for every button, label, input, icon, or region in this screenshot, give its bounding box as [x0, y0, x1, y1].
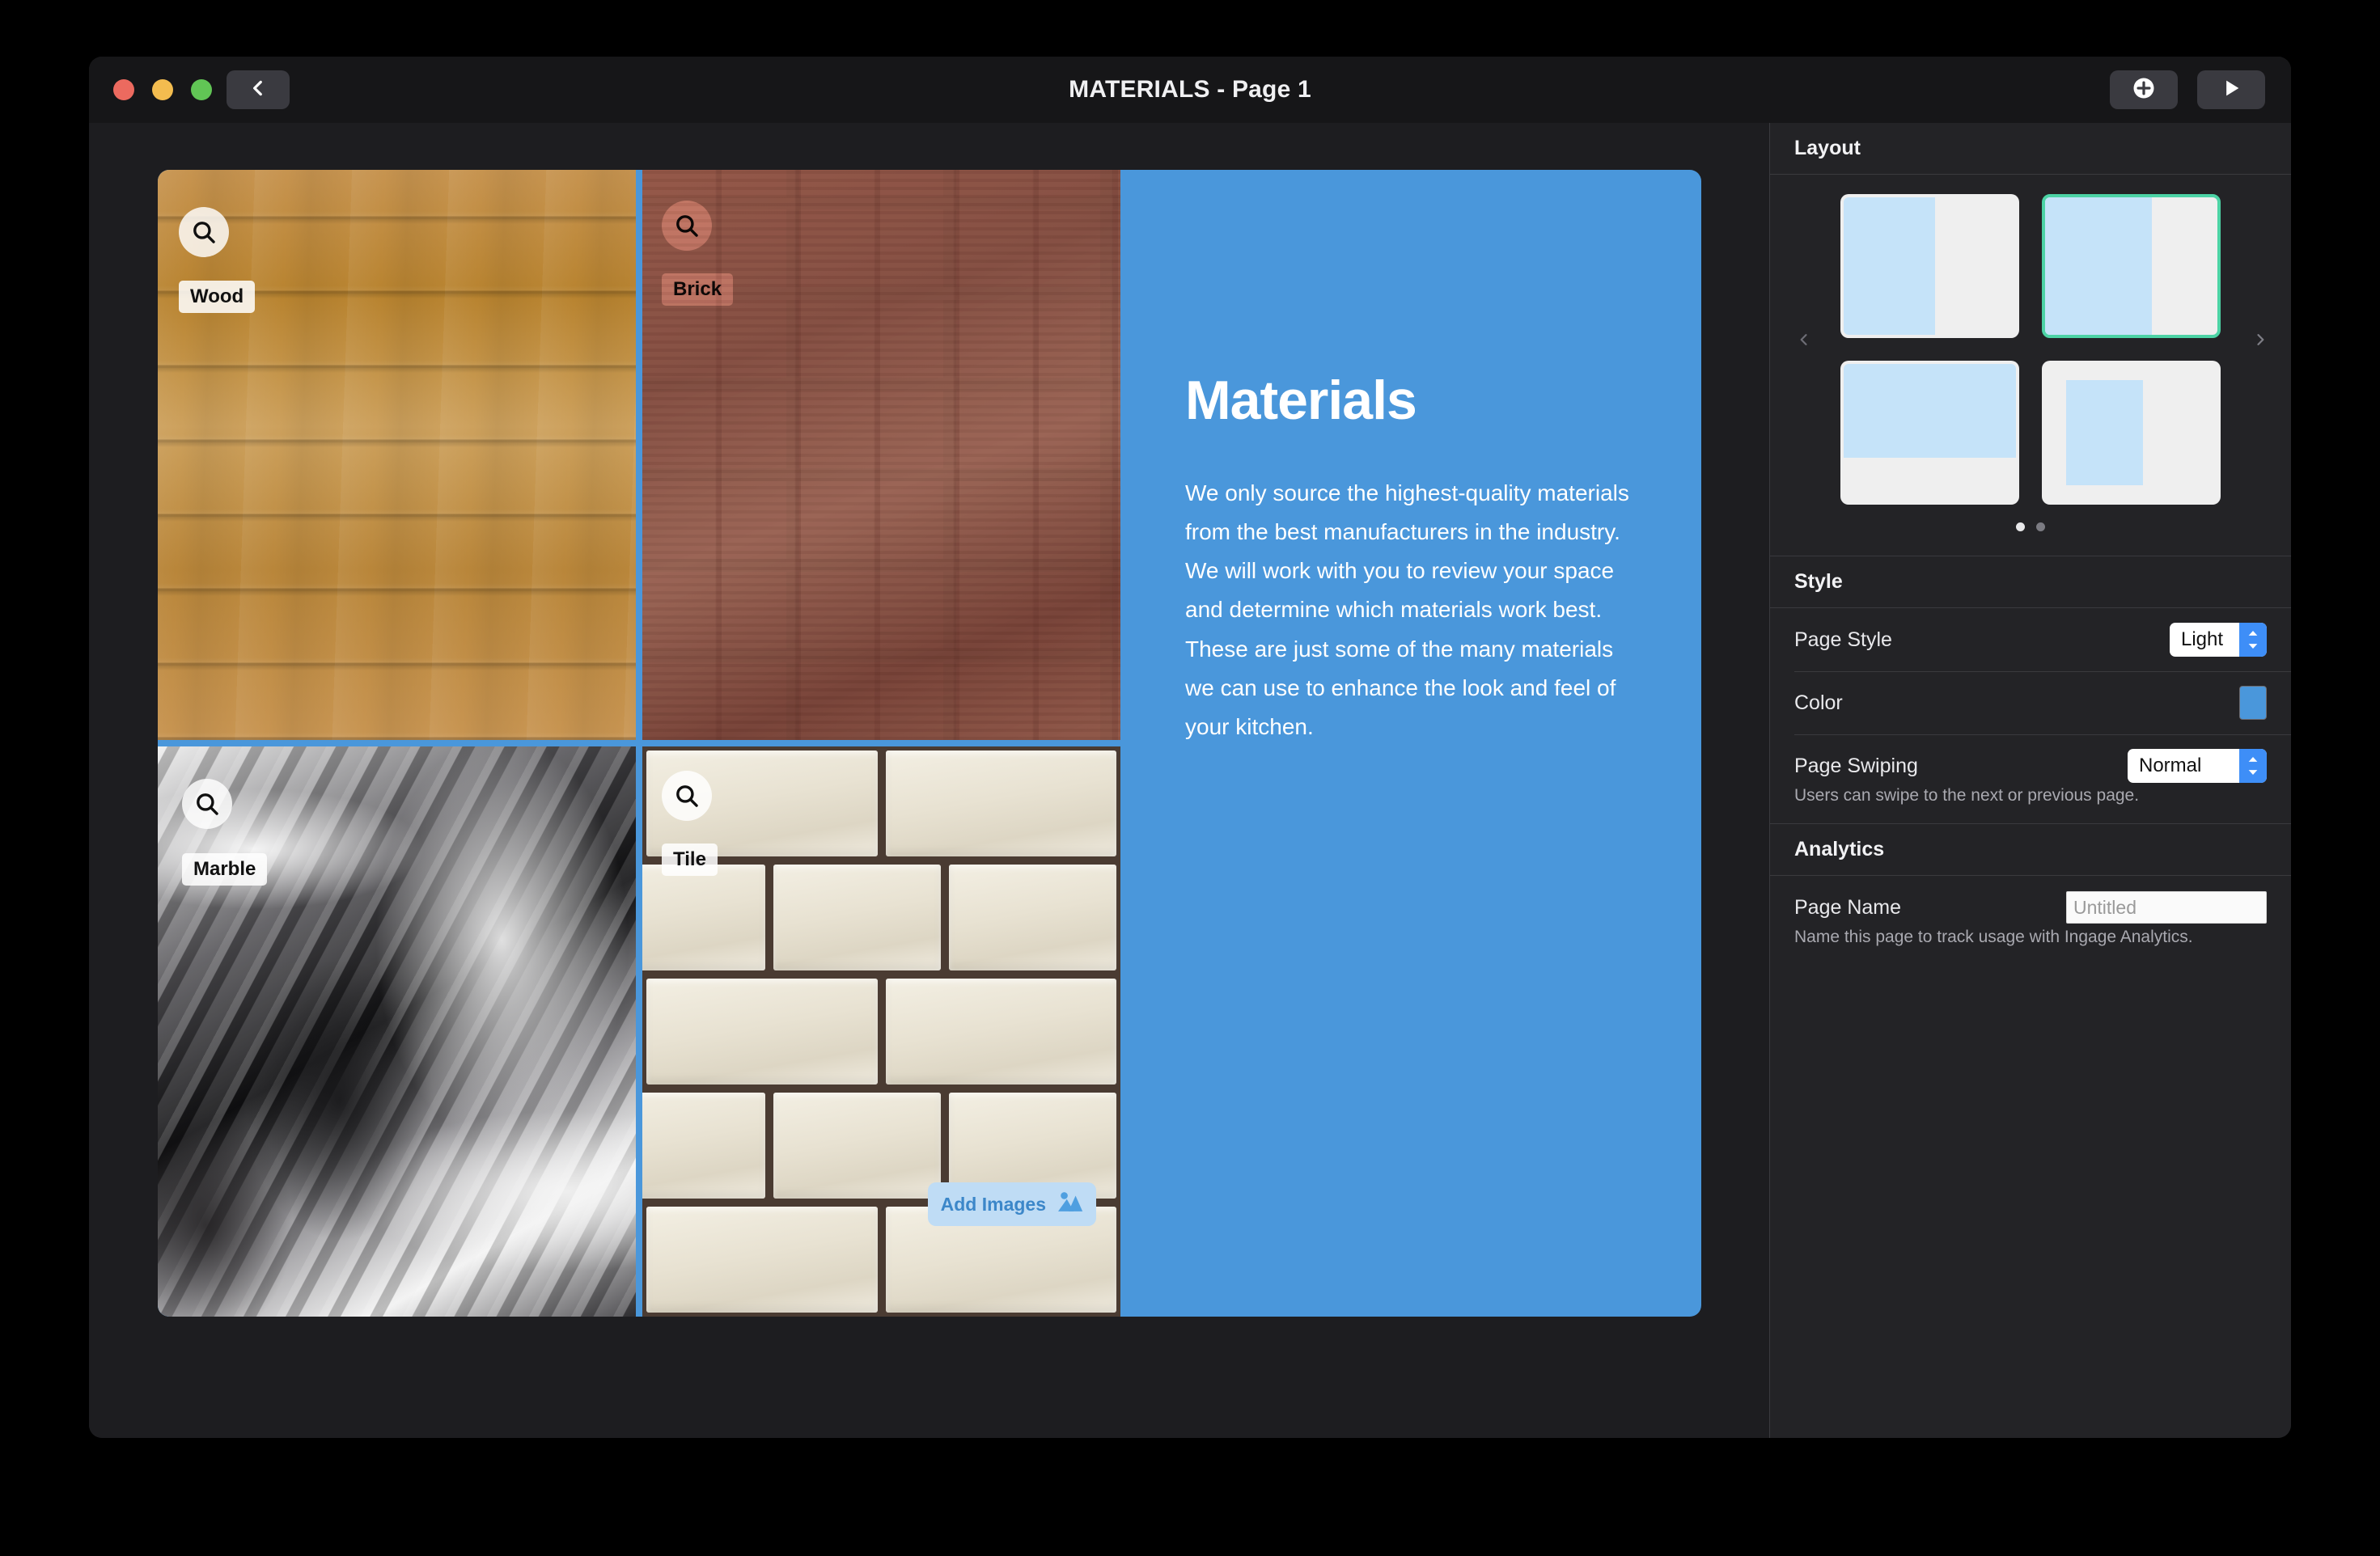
layout-thumb-split-left-wide[interactable] — [1840, 194, 2019, 338]
stepper-icon — [2239, 749, 2267, 783]
cell-label: Wood — [179, 281, 255, 313]
page-swiping-label: Page Swiping — [1794, 755, 2128, 778]
page-swiping-value: Normal — [2128, 749, 2239, 783]
tile-pattern — [642, 746, 1120, 1317]
layout-picker — [1770, 175, 2291, 556]
chevron-right-icon — [2252, 326, 2268, 357]
canvas-area: Wood Brick — [89, 123, 1769, 1438]
magnifier-icon[interactable] — [662, 201, 712, 251]
add-images-label: Add Images — [941, 1194, 1046, 1216]
chevron-left-icon — [248, 78, 269, 103]
layout-thumbnails — [1840, 194, 2221, 505]
back-button[interactable] — [227, 70, 290, 109]
layout-thumb-inset-left[interactable] — [2042, 361, 2221, 505]
plus-circle-icon — [2132, 76, 2156, 104]
media-cell-tile[interactable]: Tile Add Images — [642, 746, 1120, 1317]
add-button[interactable] — [2110, 70, 2178, 109]
play-button[interactable] — [2197, 70, 2265, 109]
page-heading: Materials — [1185, 369, 1640, 432]
page-text-panel[interactable]: Materials We only source the highest-qua… — [1120, 170, 1701, 1317]
section-header-analytics: Analytics — [1770, 824, 2291, 876]
row-page-style: Page Style Light — [1770, 608, 2291, 671]
title-bar: MATERIALS - Page 1 — [89, 57, 2291, 123]
row-color: Color — [1770, 671, 2291, 734]
magnifier-icon[interactable] — [179, 207, 229, 257]
page-preview[interactable]: Wood Brick — [158, 170, 1701, 1317]
page-name-input[interactable] — [2066, 891, 2267, 924]
row-page-swiping: Page Swiping Normal — [1770, 734, 2291, 797]
page-style-select[interactable]: Light — [2170, 623, 2267, 657]
chevron-left-icon — [1796, 326, 1812, 357]
media-cell-marble[interactable]: Marble — [158, 746, 636, 1317]
layout-thumb-split-left-wider[interactable] — [2042, 194, 2221, 338]
window-body: Wood Brick — [89, 123, 2291, 1438]
magnifier-icon[interactable] — [662, 771, 712, 821]
play-icon — [2220, 77, 2242, 104]
cell-label: Tile — [662, 844, 718, 876]
layout-page-dot[interactable] — [2016, 522, 2025, 531]
layout-page-dots — [1770, 522, 2291, 531]
section-header-layout: Layout — [1770, 123, 2291, 175]
page-body-text: We only source the highest-quality mater… — [1185, 474, 1640, 746]
image-mountain-icon — [1056, 1190, 1083, 1218]
cell-label: Marble — [182, 853, 267, 886]
page-swiping-select[interactable]: Normal — [2128, 749, 2267, 783]
stepper-icon — [2239, 623, 2267, 657]
color-swatch[interactable] — [2239, 686, 2267, 720]
layout-page-dot[interactable] — [2036, 522, 2045, 531]
row-page-name: Page Name — [1770, 876, 2291, 939]
media-cell-brick[interactable]: Brick — [642, 170, 1120, 740]
traffic-lights — [113, 79, 212, 100]
add-images-button[interactable]: Add Images — [928, 1182, 1096, 1226]
inspector-panel: Layout — [1769, 123, 2291, 1438]
color-label: Color — [1794, 691, 2239, 715]
page-style-label: Page Style — [1794, 628, 2170, 652]
window-title: MATERIALS - Page 1 — [89, 76, 2291, 104]
layout-thumb-split-top[interactable] — [1840, 361, 2019, 505]
app-window: MATERIALS - Page 1 — [89, 57, 2291, 1438]
close-window-button[interactable] — [113, 79, 134, 100]
cell-label: Brick — [662, 273, 733, 306]
page-style-value: Light — [2170, 623, 2239, 657]
media-grid: Wood Brick — [158, 170, 1120, 1317]
media-cell-wood[interactable]: Wood — [158, 170, 636, 740]
layout-prev-button[interactable] — [1788, 325, 1820, 357]
layout-next-button[interactable] — [2244, 325, 2276, 357]
page-name-label: Page Name — [1794, 896, 2066, 920]
titlebar-actions — [2110, 70, 2265, 109]
zoom-window-button[interactable] — [191, 79, 212, 100]
section-header-style: Style — [1770, 556, 2291, 608]
magnifier-icon[interactable] — [182, 779, 232, 829]
minimize-window-button[interactable] — [152, 79, 173, 100]
